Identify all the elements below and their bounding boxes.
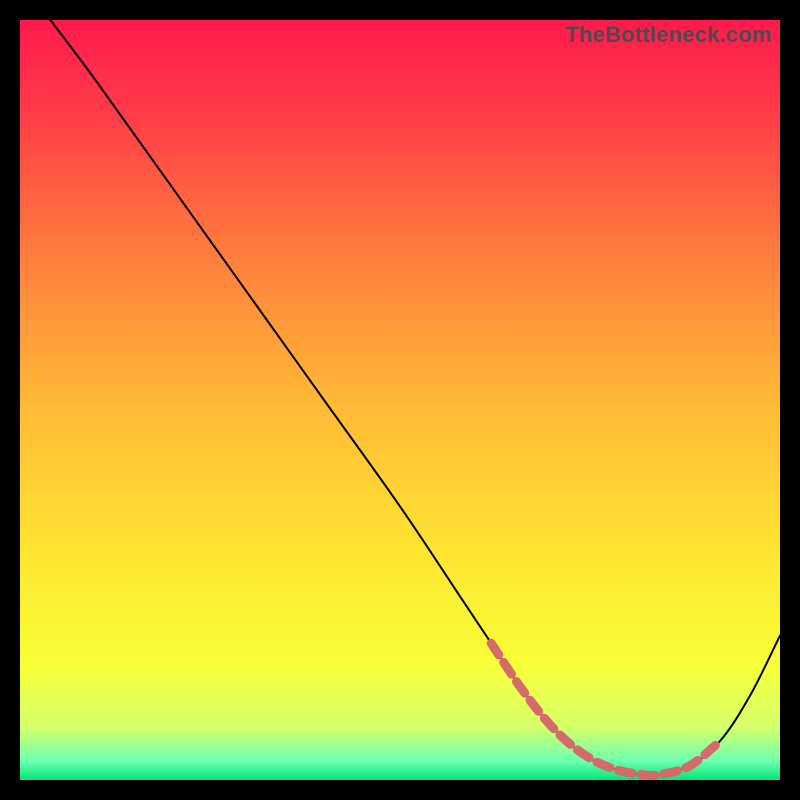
- watermark-text: TheBottleneck.com: [566, 22, 772, 48]
- chart-frame: TheBottleneck.com: [20, 20, 780, 780]
- bottleneck-chart: [20, 20, 780, 780]
